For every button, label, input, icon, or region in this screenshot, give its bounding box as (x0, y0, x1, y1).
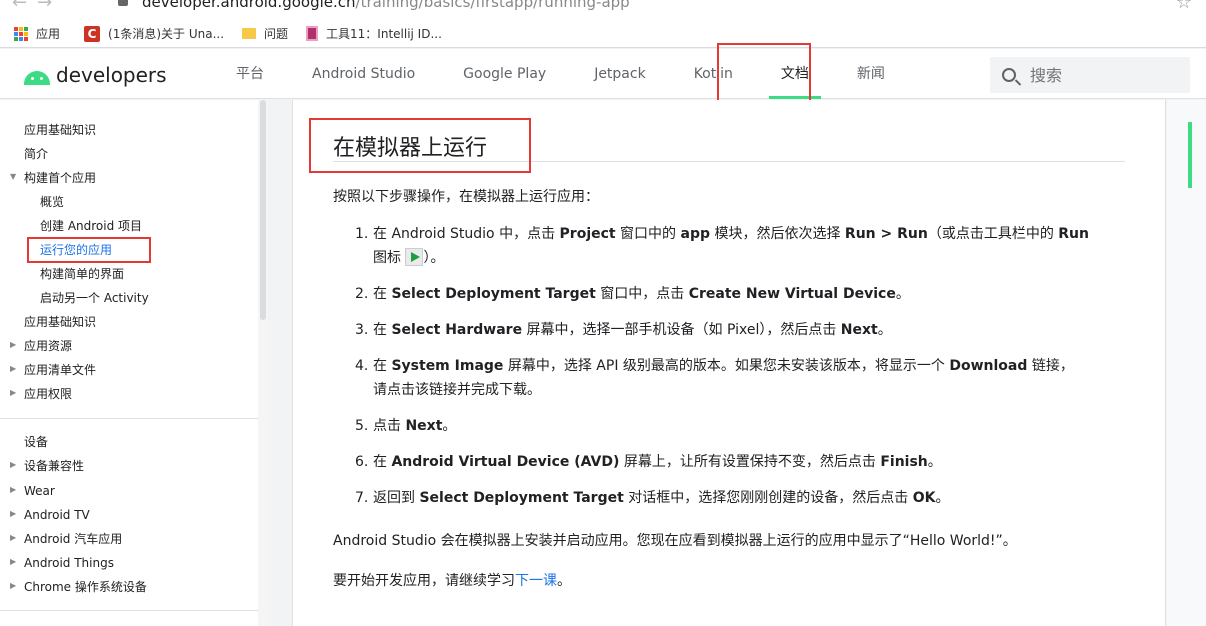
nav-news[interactable]: 新闻 (833, 49, 909, 99)
android-logo-icon (24, 68, 50, 85)
sidebar-item-things[interactable]: Android Things (24, 553, 114, 573)
nav-jetpack[interactable]: Jetpack (570, 49, 670, 99)
nav-google-play[interactable]: Google Play (439, 49, 570, 99)
search-input[interactable] (1030, 65, 1180, 85)
sidebar-item-wear[interactable]: Wear (24, 481, 55, 501)
sidebar-item-build-first-app[interactable]: 构建首个应用 (24, 168, 96, 188)
bookmark-intellij[interactable]: 工具11：Intellij ID... (306, 25, 442, 42)
sidebar-item-start-activity[interactable]: 启动另一个 Activity (40, 288, 149, 308)
caret-right-icon[interactable]: ▶ (10, 364, 16, 373)
bookmark-star-icon[interactable]: ☆ (1176, 0, 1192, 13)
nav-android-studio[interactable]: Android Studio (288, 49, 439, 99)
url-text[interactable]: developer.android.google.cn/training/bas… (142, 0, 630, 11)
left-sidebar: 应用基础知识 简介 ▼ 构建首个应用 概览 创建 Android 项目 运行您的… (0, 100, 268, 626)
bookmark-csdn[interactable]: C (1条消息)关于 Una... (84, 25, 224, 42)
sidebar-divider (0, 418, 258, 419)
sidebar-item-manifest[interactable]: 应用清单文件 (24, 360, 96, 380)
caret-right-icon[interactable]: ▶ (10, 485, 16, 494)
sidebar-item-app-resources[interactable]: 应用资源 (24, 336, 72, 356)
bookmark-apps[interactable]: 应用 (14, 25, 60, 42)
sidebar-item-devices[interactable]: 设备 (24, 432, 48, 452)
caret-right-icon[interactable]: ▶ (10, 340, 16, 349)
toc-active-indicator (1188, 122, 1192, 188)
sidebar-divider (0, 610, 258, 611)
caret-down-icon[interactable]: ▼ (10, 172, 16, 181)
sidebar-item-tv[interactable]: Android TV (24, 505, 90, 525)
developers-logo[interactable]: developers (24, 63, 167, 87)
outro-text: Android Studio 会在模拟器上安装并启动应用。您现在应看到模拟器上运… (333, 533, 1017, 549)
book-icon (306, 26, 319, 41)
sidebar-item-permissions[interactable]: 应用权限 (24, 384, 72, 404)
nav-platform[interactable]: 平台 (212, 49, 288, 99)
address-bar[interactable]: ←→ developer.android.google.cn/training/… (0, 0, 1206, 20)
caret-right-icon[interactable]: ▶ (10, 460, 16, 469)
caret-right-icon[interactable]: ▶ (10, 509, 16, 518)
sidebar-item-overview[interactable]: 概览 (40, 192, 64, 212)
sidebar-item-chromeos[interactable]: Chrome 操作系统设备 (24, 577, 147, 597)
annotation-box-page-title (309, 118, 531, 173)
run-play-icon (405, 248, 424, 266)
search-icon (1002, 68, 1016, 82)
caret-right-icon[interactable]: ▶ (10, 581, 16, 590)
caret-right-icon[interactable]: ▶ (10, 533, 16, 542)
bookmarks-bar: 应用 C (1条消息)关于 Una... 问题 工具11：Intellij ID… (0, 20, 1206, 48)
csdn-icon: C (84, 25, 101, 42)
sidebar-item-app-basics[interactable]: 应用基础知识 (24, 120, 96, 140)
search-box[interactable] (990, 57, 1190, 93)
next-lesson-link[interactable]: 下一课 (515, 573, 557, 589)
caret-right-icon[interactable]: ▶ (10, 388, 16, 397)
sidebar-item-compat[interactable]: 设备兼容性 (24, 456, 84, 476)
main-article: 在模拟器上运行 按照以下步骤操作，在模拟器上运行应用： 1. 在 Android… (292, 100, 1166, 626)
folder-icon (242, 28, 257, 39)
toc-strip (1167, 100, 1206, 626)
lock-icon (118, 0, 128, 6)
scrollbar-thumb[interactable] (260, 100, 266, 320)
sidebar-scrollbar[interactable] (258, 100, 268, 626)
sidebar-item-build-ui[interactable]: 构建简单的界面 (40, 264, 124, 284)
sidebar-item-app-basics-2[interactable]: 应用基础知识 (24, 312, 96, 332)
site-header: developers 平台 Android Studio Google Play… (0, 49, 1206, 99)
apps-grid-icon (14, 26, 28, 41)
sidebar-item-intro[interactable]: 简介 (24, 144, 48, 164)
back-forward-icons[interactable]: ←→ (12, 0, 62, 13)
next-lesson-text: 要开始开发应用，请继续学习下一课。 (333, 573, 571, 589)
sidebar-item-auto[interactable]: Android 汽车应用 (24, 529, 122, 549)
sidebar-item-create-project[interactable]: 创建 Android 项目 (40, 216, 142, 236)
intro-text: 按照以下步骤操作，在模拟器上运行应用： (333, 189, 599, 205)
bookmark-folder[interactable]: 问题 (242, 25, 288, 42)
annotation-box-sidebar-item (27, 237, 151, 263)
caret-right-icon[interactable]: ▶ (10, 557, 16, 566)
